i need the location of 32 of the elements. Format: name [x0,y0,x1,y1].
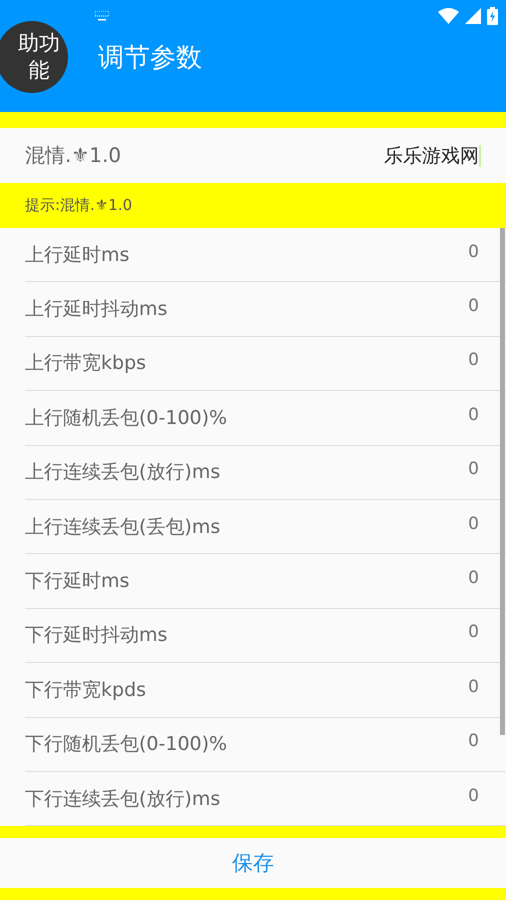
scrollbar[interactable] [500,228,505,735]
param-label: 上行延时ms [25,242,130,268]
param-value: 0 [468,622,479,642]
save-button[interactable]: 保存 [218,841,288,885]
param-value: 0 [468,676,479,697]
name-input-field[interactable]: 乐乐游戏网 [121,144,481,166]
param-label: 上行延时抖动ms [25,297,168,322]
page-title: 调节参数 [98,42,202,74]
param-label: 下行随机丢包(0-100)% [25,732,228,758]
hint-text: 提示:混情.⚜1.0 [25,196,132,215]
param-value: 0 [468,459,479,480]
param-value: 0 [468,514,479,534]
signal-icon [465,8,481,24]
param-label: 上行带宽kbps [25,351,148,376]
name-label: 混情.⚜1.0 [25,142,122,169]
param-value: 0 [468,350,479,370]
param-label: 上行连续丢包(放行)ms [25,460,222,486]
battery-icon [487,7,498,25]
param-value: 0 [468,568,479,588]
param-label: 上行连续丢包(丢包)ms [25,514,222,540]
param-label: 下行延时抖动ms [25,623,168,648]
param-value: 0 [468,731,479,752]
param-label: 下行连续丢包(放行)ms [25,786,222,812]
param-label: 下行延时ms [25,569,130,594]
param-label: 下行带宽kpds [25,678,148,703]
param-value: 0 [468,404,479,425]
floating-button[interactable]: 助功 能 [0,21,68,93]
param-value: 0 [468,242,479,262]
param-value: 0 [468,786,479,806]
param-label: 上行随机丢包(0-100)% [25,406,228,431]
wifi-icon [438,8,459,24]
param-value: 0 [468,296,479,316]
